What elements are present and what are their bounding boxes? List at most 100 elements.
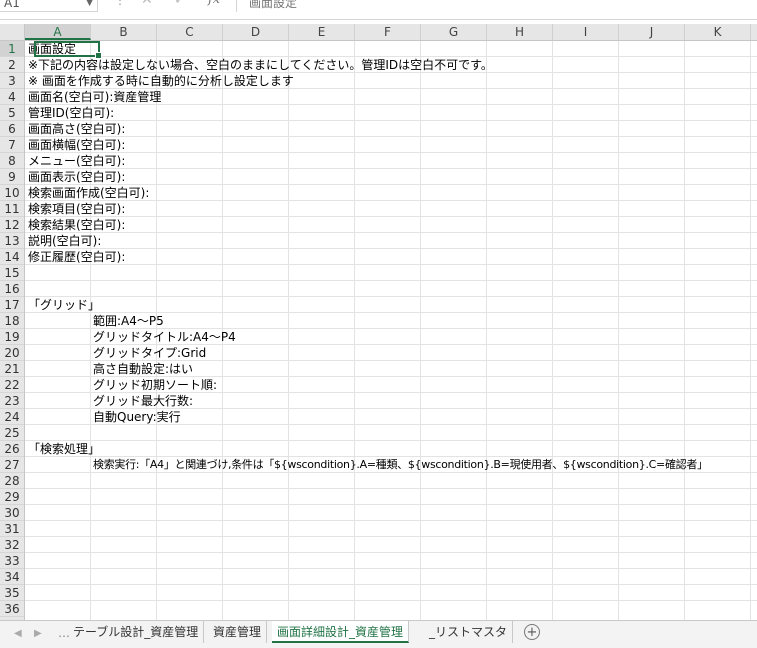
cell-area[interactable]: 画面設定 ※下記の内容は設定しない場合、空白のままにしてください。管理IDは空白… [25, 41, 757, 620]
cancel-icon[interactable]: ✕ [141, 0, 153, 8]
cell-a26[interactable]: 「検索処理」 [28, 441, 100, 457]
column-header-j[interactable]: J [619, 24, 685, 40]
name-box[interactable]: A1 ▼ [0, 0, 98, 12]
cell-b18[interactable]: 範囲:A4～P5 [93, 313, 164, 329]
row-header-15[interactable]: 15 [0, 265, 24, 281]
cell-b27[interactable]: 検索実行:「A4」と関連づけ,条件は「${wscondition}.A=種類、$… [93, 457, 708, 473]
row-headers: 1 2 3 4 5 6 7 8 9 10 11 12 13 14 15 16 1… [0, 41, 25, 620]
column-header-b[interactable]: B [91, 24, 157, 40]
cell-a11[interactable]: 検索項目(空白可): [28, 201, 125, 217]
row-header-1[interactable]: 1 [0, 41, 24, 57]
row-header-10[interactable]: 10 [0, 185, 24, 201]
column-header-d[interactable]: D [223, 24, 289, 40]
cell-a14[interactable]: 修正履歴(空白可): [28, 249, 125, 265]
cell-a9[interactable]: 画面表示(空白可): [28, 169, 125, 185]
row-header-12[interactable]: 12 [0, 217, 24, 233]
more-options-icon[interactable]: ⋮ [114, 0, 126, 7]
cell-b19[interactable]: グリッドタイトル:A4～P4 [93, 329, 236, 345]
insert-function-icon[interactable]: fx [208, 0, 220, 7]
row-header-26[interactable]: 26 [0, 441, 24, 457]
gridline [25, 536, 757, 537]
sheet-tab-screen-detail-design[interactable]: 画面詳細設計_資産管理 [272, 621, 410, 643]
add-sheet-icon[interactable]: + [524, 624, 540, 640]
cell-b20[interactable]: グリッドタイプ:Grid [93, 345, 206, 361]
active-cell-selection[interactable] [34, 41, 102, 59]
row-header-34[interactable]: 34 [0, 569, 24, 585]
cell-a17[interactable]: 「グリッド」 [28, 297, 100, 313]
column-header-k[interactable]: K [685, 24, 751, 40]
fill-handle[interactable] [95, 52, 102, 59]
row-header-36[interactable]: 36 [0, 601, 24, 617]
cell-b24[interactable]: 自動Query:実行 [93, 409, 181, 425]
row-header-6[interactable]: 6 [0, 121, 24, 137]
row-header-5[interactable]: 5 [0, 105, 24, 121]
enter-icon[interactable]: ✓ [174, 0, 186, 8]
row-header-13[interactable]: 13 [0, 233, 24, 249]
row-header-21[interactable]: 21 [0, 361, 24, 377]
row-header-14[interactable]: 14 [0, 249, 24, 265]
column-header-i[interactable]: I [553, 24, 619, 40]
column-header-a[interactable]: A [25, 24, 91, 40]
select-all-corner[interactable] [0, 24, 25, 40]
row-header-2[interactable]: 2 [0, 57, 24, 73]
column-header-c[interactable]: C [157, 24, 223, 40]
gridline [25, 280, 757, 281]
cell-a2[interactable]: ※下記の内容は設定しない場合、空白のままにしてください。管理IDは空白不可です。 [28, 57, 493, 73]
cell-a7[interactable]: 画面横幅(空白可): [28, 137, 125, 153]
cell-a3[interactable]: ※ 画面を作成する時に自動的に分析し設定します [28, 73, 294, 89]
cell-b21[interactable]: 高さ自動設定:はい [93, 361, 193, 377]
prev-sheet-arrow-icon[interactable]: ◀ [14, 628, 22, 639]
cell-b22[interactable]: グリッド初期ソート順: [93, 377, 217, 393]
row-header-22[interactable]: 22 [0, 377, 24, 393]
sheet-tab-list-master[interactable]: _リストマスタ [424, 621, 514, 643]
row-header-32[interactable]: 32 [0, 537, 24, 553]
cell-b23[interactable]: グリッド最大行数: [93, 393, 193, 409]
column-header-h[interactable]: H [487, 24, 553, 40]
row-header-29[interactable]: 29 [0, 489, 24, 505]
cell-a6[interactable]: 画面高さ(空白可): [28, 121, 125, 137]
row-header-24[interactable]: 24 [0, 409, 24, 425]
spreadsheet-grid: A B C D E F G H I J K 1 2 3 4 5 6 7 8 9 … [0, 24, 757, 620]
cell-a10[interactable]: 検索画面作成(空白可): [28, 185, 149, 201]
row-header-35[interactable]: 35 [0, 585, 24, 601]
row-header-33[interactable]: 33 [0, 553, 24, 569]
row-header-19[interactable]: 19 [0, 329, 24, 345]
cell-a8[interactable]: メニュー(空白可): [28, 153, 125, 169]
cell-a13[interactable]: 説明(空白可): [28, 233, 101, 249]
row-header-27[interactable]: 27 [0, 457, 24, 473]
row-header-20[interactable]: 20 [0, 345, 24, 361]
row-header-4[interactable]: 4 [0, 89, 24, 105]
formula-input[interactable]: 画面設定 [236, 0, 757, 12]
sheet-tab-table-design[interactable]: テーブル設計_資産管理 [68, 621, 205, 643]
row-header-16[interactable]: 16 [0, 281, 24, 297]
column-header-f[interactable]: F [355, 24, 421, 40]
row-header-25[interactable]: 25 [0, 425, 24, 441]
row-header-17[interactable]: 17 [0, 297, 24, 313]
next-sheet-arrow-icon[interactable]: ▶ [34, 628, 42, 639]
column-header-e[interactable]: E [289, 24, 355, 40]
gridline [618, 41, 619, 620]
column-header-g[interactable]: G [421, 24, 487, 40]
row-header-3[interactable]: 3 [0, 73, 24, 89]
row-header-8[interactable]: 8 [0, 153, 24, 169]
row-header-23[interactable]: 23 [0, 393, 24, 409]
row-header-18[interactable]: 18 [0, 313, 24, 329]
row-header-9[interactable]: 9 [0, 169, 24, 185]
gridline [750, 41, 751, 620]
gridline [25, 120, 757, 121]
gridline [354, 41, 355, 620]
row-header-7[interactable]: 7 [0, 137, 24, 153]
gridline [420, 41, 421, 620]
row-header-30[interactable]: 30 [0, 505, 24, 521]
cell-a12[interactable]: 検索結果(空白可): [28, 217, 125, 233]
chevron-down-icon[interactable]: ▼ [86, 0, 93, 12]
cell-a5[interactable]: 管理ID(空白可): [28, 105, 114, 121]
gridline [25, 296, 757, 297]
row-header-28[interactable]: 28 [0, 473, 24, 489]
gridline [25, 232, 757, 233]
sheet-tab-asset-management[interactable]: 資産管理 [208, 621, 268, 643]
row-header-31[interactable]: 31 [0, 521, 24, 537]
cell-a4[interactable]: 画面名(空白可):資産管理 [28, 89, 161, 105]
row-header-11[interactable]: 11 [0, 201, 24, 217]
gridline [486, 41, 487, 620]
